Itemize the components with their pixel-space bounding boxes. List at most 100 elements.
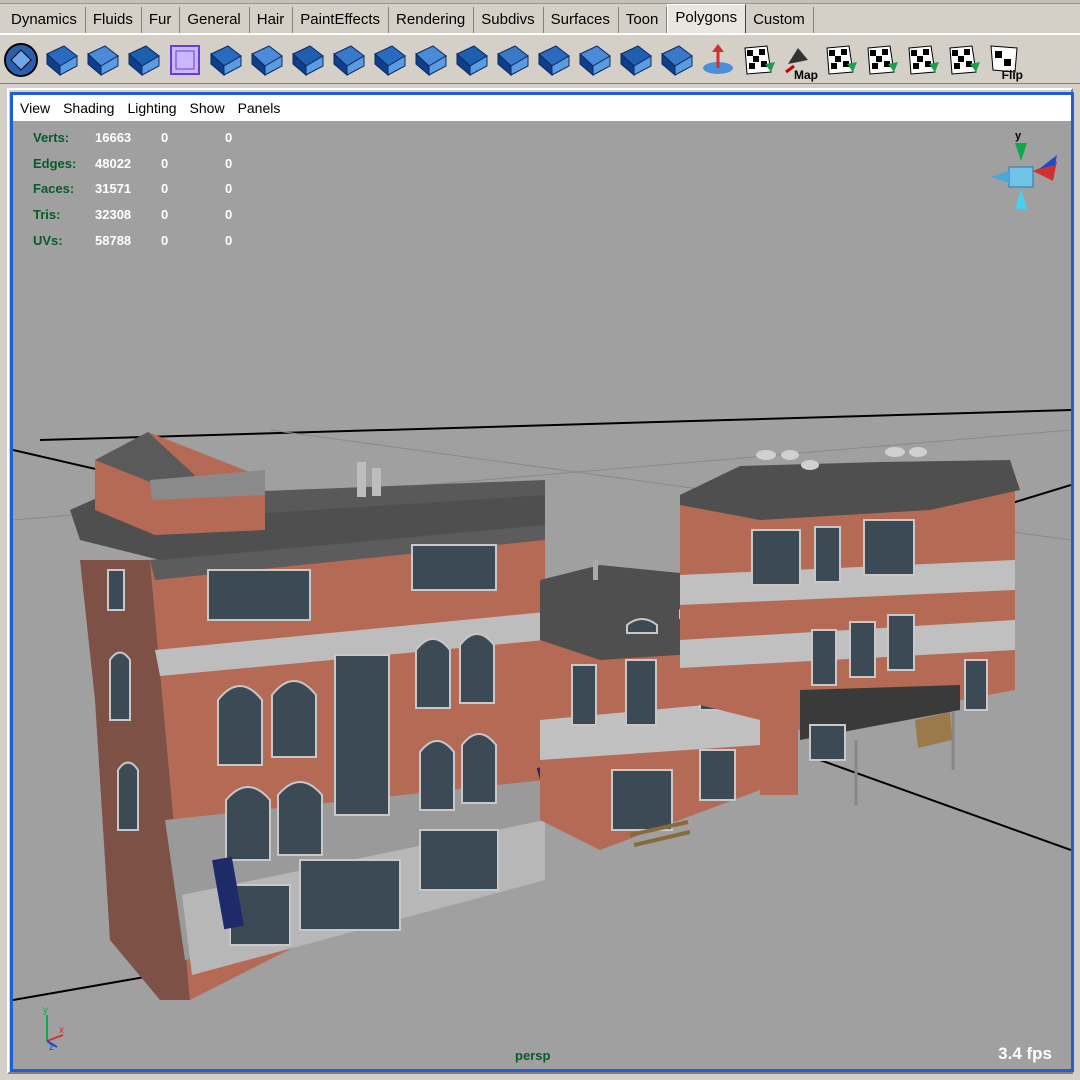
hud-total: 16663 (95, 130, 132, 146)
poly-slab-icon (414, 45, 447, 77)
hud-row: Faces: 31571 0 0 (33, 176, 265, 202)
checker-warp-icon (825, 45, 857, 75)
shelf-tab-general[interactable]: General (180, 7, 250, 33)
hud-label: Verts: (33, 130, 70, 146)
shelf-tool-label: Flip (1001, 68, 1023, 82)
shelf-tab-rendering[interactable]: Rendering (389, 7, 475, 33)
shelf-tab-bar: Dynamics Fluids Fur General Hair PaintEffects… (0, 0, 1080, 34)
poly-extrude-icon (291, 45, 324, 77)
poly-combine-icon (619, 45, 652, 77)
shelf-tool-0[interactable] (0, 37, 41, 83)
hud-total: 48022 (95, 155, 132, 171)
shelf-tab-dynamics[interactable]: Dynamics (4, 7, 86, 33)
panel-menu-show[interactable]: Show (190, 100, 225, 116)
shelf-tool-21[interactable] (861, 37, 902, 83)
viewcube-y-label: y (1015, 130, 1022, 142)
shelf-tool-8[interactable] (328, 37, 369, 83)
shelf-tool-17[interactable] (697, 37, 738, 83)
poly-bevel-icon (332, 45, 365, 77)
polygons-shelf: Map Flip (0, 34, 1080, 84)
shelf-tool-19[interactable]: Map (779, 37, 820, 83)
svg-text:x: x (59, 1025, 64, 1036)
poly-plane-icon (209, 45, 242, 77)
shelf-tab-fluids[interactable]: Fluids (86, 7, 142, 33)
scene-3d-buildings (13, 409, 1071, 1001)
hud-selected: 0 (161, 181, 169, 197)
x-cone-icon (991, 171, 1009, 183)
shelf-tool-18[interactable] (738, 37, 779, 83)
y-axis-cone-icon (1015, 143, 1027, 161)
hud-label: UVs: (33, 232, 63, 248)
checker-t-icon (907, 45, 939, 75)
shelf-tab-painteffects[interactable]: PaintEffects (293, 7, 390, 33)
shelf-tab-row: Dynamics Fluids Fur General Hair PaintEffects… (4, 4, 814, 33)
shelf-tool-15[interactable] (615, 37, 656, 83)
hud-other: 0 (225, 155, 233, 171)
svg-text:y: y (43, 1005, 48, 1016)
shelf-tool-11[interactable] (451, 37, 492, 83)
shelf-tool-23[interactable] (943, 37, 984, 83)
shelf-top-edge (0, 0, 1080, 4)
hud-row: Edges: 48022 0 0 (33, 151, 265, 177)
shelf-tool-3[interactable] (123, 37, 164, 83)
poly-count-hud: Verts: 16663 0 0 Edges: 48022 0 0 Faces: 31571 0 0 T… (33, 125, 265, 253)
hud-total: 31571 (95, 181, 132, 197)
panel-menu-lighting[interactable]: Lighting (127, 100, 176, 116)
panel-menu-shading[interactable]: Shading (63, 100, 114, 116)
panel-menu-view[interactable]: View (20, 100, 50, 116)
hud-other: 0 (225, 181, 233, 197)
hud-other: 0 (225, 232, 233, 248)
shelf-tab-subdivs[interactable]: Subdivs (474, 7, 544, 33)
poly-wedge-icon (496, 45, 529, 77)
shelf-tool-16[interactable] (656, 37, 697, 83)
shelf-tool-14[interactable] (574, 37, 615, 83)
view-axis-compass[interactable]: y (987, 127, 1059, 217)
shelf-tab-custom[interactable]: Custom (746, 7, 814, 33)
shelf-tab-polygons[interactable]: Polygons (667, 4, 747, 33)
shelf-tool-7[interactable] (287, 37, 328, 83)
shelf-tab-surfaces[interactable]: Surfaces (544, 7, 619, 33)
hud-other: 0 (225, 207, 233, 223)
shelf-tab-hair[interactable]: Hair (250, 7, 294, 33)
poly-wire-cube-icon (169, 45, 200, 75)
shelf-tool-20[interactable] (820, 37, 861, 83)
hud-row: Verts: 16663 0 0 (33, 125, 265, 151)
fps-readout: 3.4 fps (998, 1044, 1052, 1063)
perspective-viewport[interactable]: Verts: 16663 0 0 Edges: 48022 0 0 Faces: 31571 0 0 T… (13, 121, 1071, 1069)
shelf-tool-9[interactable] (369, 37, 410, 83)
hud-total: 32308 (95, 207, 132, 223)
shelf-tool-6[interactable] (246, 37, 287, 83)
hud-selected: 0 (161, 232, 169, 248)
hud-label: Edges: (33, 155, 77, 171)
hud-total: 58788 (95, 232, 132, 248)
panel-menu-panels[interactable]: Panels (238, 100, 281, 116)
hud-row: UVs: 58788 0 0 (33, 227, 265, 253)
panel-menu-bar: View Shading Lighting Show Panels (13, 95, 1071, 121)
shelf-tool-1[interactable] (41, 37, 82, 83)
shelf-tool-24[interactable]: Flip (984, 37, 1025, 83)
cube-center-icon (1008, 166, 1034, 188)
hud-row: Tris: 32308 0 0 (33, 202, 265, 228)
svg-text:z: z (49, 1042, 54, 1051)
shelf-tool-10[interactable] (410, 37, 451, 83)
shelf-tool-5[interactable] (205, 37, 246, 83)
hud-selected: 0 (161, 130, 169, 146)
shelf-tool-22[interactable] (902, 37, 943, 83)
maya-window: Dynamics Fluids Fur General Hair PaintEffects… (0, 0, 1080, 1080)
poly-split-icon (455, 45, 488, 77)
shelf-tool-13[interactable] (533, 37, 574, 83)
building-left (70, 432, 568, 1000)
shelf-tool-4[interactable] (164, 37, 205, 83)
neg-y-cone-icon (1015, 189, 1027, 209)
checker-select-icon (948, 45, 980, 75)
checker-sphere-icon (866, 45, 898, 75)
shelf-tool-2[interactable] (82, 37, 123, 83)
shelf-tab-fur[interactable]: Fur (142, 7, 181, 33)
poly-select-arrow-icon (250, 45, 283, 77)
poly-pivot-icon (702, 44, 733, 74)
poly-face-icon (373, 45, 406, 77)
shelf-tool-12[interactable] (492, 37, 533, 83)
sphere-select-icon (3, 43, 38, 77)
poly-smooth-sphere-icon (127, 45, 160, 77)
shelf-tab-toon[interactable]: Toon (619, 7, 668, 33)
